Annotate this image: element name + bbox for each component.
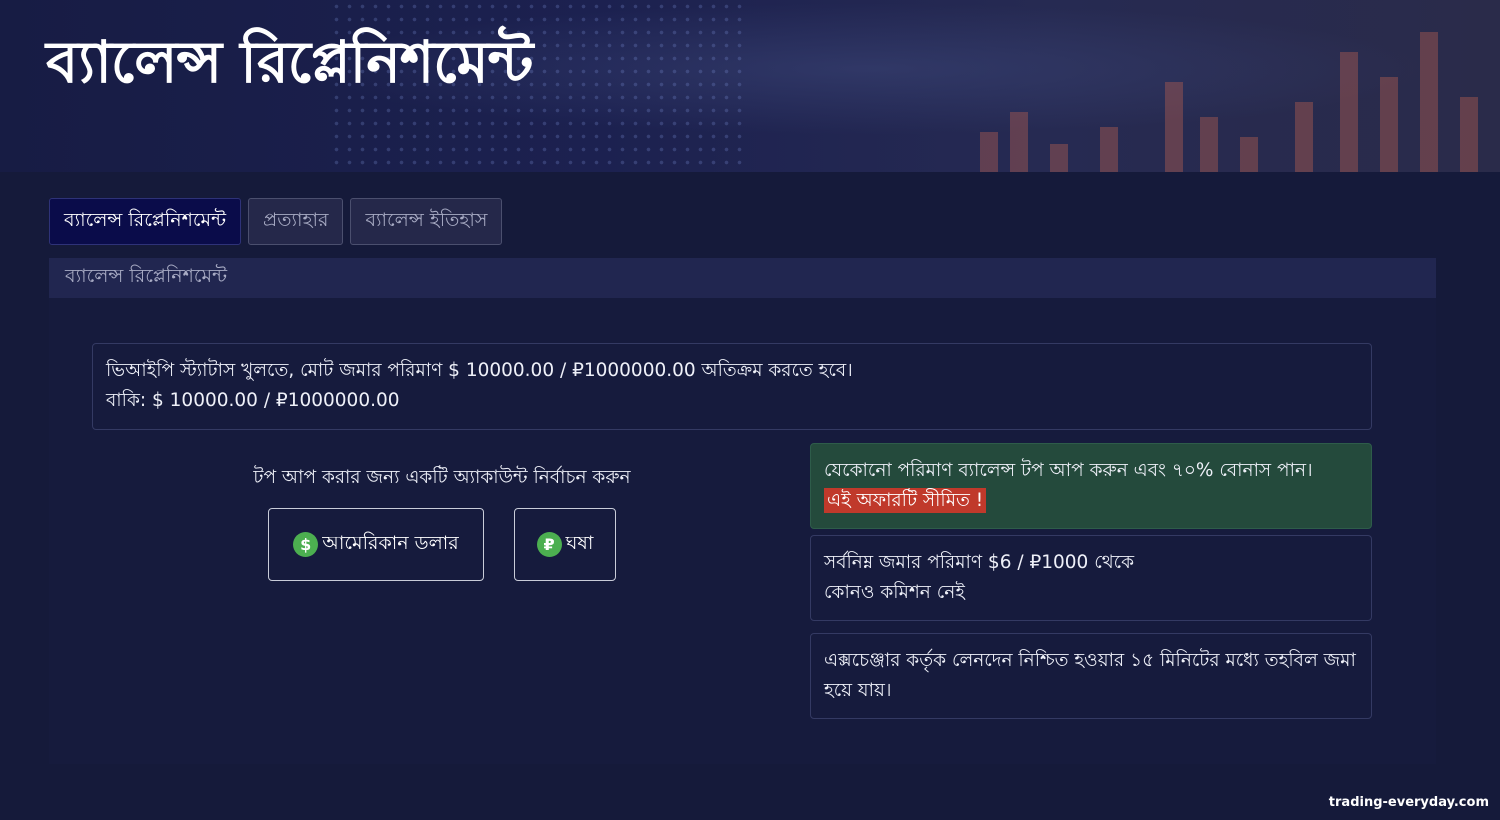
bonus-offer-text: যেকোনো পরিমাণ ব্যালেন্স টপ আপ করুন এবং ৭…: [824, 460, 1313, 481]
rub-account-label: ঘষা: [565, 531, 594, 554]
deposit-time-card: এক্সচেঞ্জার কর্তৃক লেনদেন নিশ্চিত হওয়ার…: [810, 633, 1372, 719]
candlestick-decoration: [940, 0, 1500, 172]
tab-withdrawal[interactable]: প্রত্যাহার: [248, 198, 344, 245]
minimum-deposit-text: সর্বনিম্ন জমার পরিমাণ $6 / ₽1000 থেকে: [824, 552, 1135, 573]
deposit-time-text: এক্সচেঞ্জার কর্তৃক লেনদেন নিশ্চিত হওয়ার…: [824, 650, 1356, 701]
tab-balance-replenishment[interactable]: ব্যালেন্স রিপ্লেনিশমেন্ট: [49, 198, 242, 245]
hero-banner: ব্যালেন্স রিপ্লেনিশমেন্ট: [0, 0, 1500, 172]
usd-account-label: আমেরিকান ডলার: [322, 531, 459, 554]
usd-account-button[interactable]: $ আমেরিকান ডলার: [268, 508, 484, 581]
rub-account-button[interactable]: ₽ ঘষা: [514, 508, 616, 581]
section-header: ব্যালেন্স রিপ্লেনিশমেন্ট: [49, 258, 1436, 298]
no-commission-text: কোনও কমিশন নেই: [824, 582, 965, 603]
vip-remaining-text: বাকি: $ 10000.00 / ₽1000000.00: [106, 390, 400, 411]
limited-offer-badge: এই অফারটি সীমিত !: [824, 488, 987, 513]
minimum-deposit-card: সর্বনিম্ন জমার পরিমাণ $6 / ₽1000 থেকে কো…: [810, 535, 1372, 621]
page-title: ব্যালেন্স রিপ্লেনিশমেন্ট: [46, 28, 533, 96]
tab-balance-history[interactable]: ব্যালেন্স ইতিহাস: [350, 198, 503, 245]
tab-bar: ব্যালেন্স রিপ্লেনিশমেন্ট প্রত্যাহার ব্যা…: [49, 198, 503, 245]
dollar-icon: $: [293, 532, 319, 557]
account-select-label: টপ আপ করার জন্য একটি অ্যাকাউন্ট নির্বাচন…: [253, 467, 631, 488]
bonus-offer-card: যেকোনো পরিমাণ ব্যালেন্স টপ আপ করুন এবং ৭…: [810, 443, 1372, 529]
watermark: trading-everyday.com: [1328, 795, 1489, 810]
vip-info-box: ভিআইপি স্ট্যাটাস খুলতে, মোট জমার পরিমাণ …: [92, 343, 1372, 430]
ruble-icon: ₽: [536, 532, 562, 557]
vip-requirement-text: ভিআইপি স্ট্যাটাস খুলতে, মোট জমার পরিমাণ …: [106, 360, 853, 381]
